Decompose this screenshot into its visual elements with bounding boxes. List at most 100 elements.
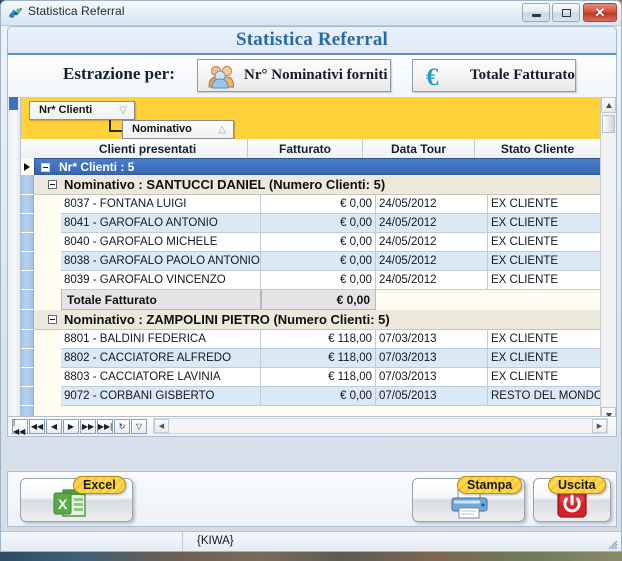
column-header-label: Stato Cliente: [500, 141, 575, 156]
client-area: Statistica Referral Estrazione per: Nr° …: [7, 26, 617, 486]
group-header-level2[interactable]: Nominativo : SANTUCCI DANIEL (Numero Cli…: [34, 175, 601, 195]
column-header-3[interactable]: Stato Cliente: [475, 139, 601, 158]
table-row[interactable]: 9072 - CORBANI GISBERTO € 0,00 07/05/2013 R…: [61, 387, 601, 406]
table-cell[interactable]: 8039 - GAROFALO VINCENZO: [61, 271, 261, 289]
table-cell[interactable]: 8802 - CACCIATORE ALFREDO: [61, 349, 261, 367]
extract-by-names-label: Nr° Nominativi forniti: [244, 67, 388, 83]
table-cell[interactable]: EX CLIENTE: [488, 330, 601, 348]
table-cell[interactable]: 07/03/2013: [376, 349, 488, 367]
extract-by-revenue-button[interactable]: € Totale Fatturato: [412, 59, 576, 92]
next-page-button[interactable]: ▶▶: [80, 419, 96, 434]
table-cell[interactable]: 07/03/2013: [376, 330, 488, 348]
exit-button[interactable]: Uscita: [533, 476, 611, 522]
table-cell[interactable]: 24/05/2012: [376, 271, 488, 289]
table-cell[interactable]: € 0,00: [261, 387, 376, 405]
row-gutter[interactable]: [21, 290, 34, 310]
row-gutter[interactable]: [21, 271, 34, 290]
row-gutter[interactable]: [21, 214, 34, 233]
group-by-panel[interactable]: Nr* Clienti ▽ Nominativo △: [21, 97, 601, 140]
row-gutter[interactable]: [21, 175, 34, 195]
resize-grip[interactable]: [606, 537, 618, 550]
table-cell[interactable]: EX CLIENTE: [488, 252, 601, 270]
table-cell[interactable]: 8037 - FONTANA LUIGI: [61, 195, 261, 213]
table-cell[interactable]: € 0,00: [261, 195, 376, 213]
table-cell[interactable]: EX CLIENTE: [488, 368, 601, 386]
table-cell[interactable]: € 0,00: [261, 252, 376, 270]
scrollbar-thumb[interactable]: [602, 115, 615, 133]
table-cell[interactable]: 24/05/2012: [376, 233, 488, 251]
table-row[interactable]: 8038 - GAROFALO PAOLO ANTONIO € 0,00 24/05…: [61, 252, 601, 271]
action-toolbar: X Excel Stampa Uscita: [7, 471, 617, 527]
row-gutter[interactable]: [21, 252, 34, 271]
excel-export-button[interactable]: X Excel: [20, 476, 133, 522]
table-cell[interactable]: EX CLIENTE: [488, 214, 601, 232]
row-gutter[interactable]: [21, 310, 34, 330]
table-cell[interactable]: € 118,00: [261, 349, 376, 367]
table-row[interactable]: 8041 - GAROFALO ANTONIO € 0,00 24/05/2012 E…: [61, 214, 601, 233]
table-cell[interactable]: 24/05/2012: [376, 252, 488, 270]
table-cell[interactable]: EX CLIENTE: [488, 233, 601, 251]
row-gutter[interactable]: [21, 195, 34, 214]
filter-button[interactable]: ▽: [131, 419, 147, 434]
group-by-chip-clienti[interactable]: Nr* Clienti ▽: [29, 101, 135, 120]
table-cell[interactable]: 8038 - GAROFALO PAOLO ANTONIO: [61, 252, 261, 270]
close-button[interactable]: ✕: [583, 3, 617, 22]
status-bar-left-cell: [1, 532, 183, 551]
row-gutter[interactable]: [21, 387, 34, 406]
row-gutter[interactable]: [21, 233, 34, 252]
group-header-level2[interactable]: Nominativo : ZAMPOLINI PIETRO (Numero Cl…: [34, 310, 601, 330]
grid-vertical-scrollbar[interactable]: [600, 97, 616, 423]
table-row[interactable]: 8037 - FONTANA LUIGI € 0,00 24/05/2012 EX C…: [61, 195, 601, 214]
table-cell[interactable]: 9072 - CORBANI GISBERTO: [61, 387, 261, 405]
table-cell[interactable]: € 118,00: [261, 368, 376, 386]
table-cell[interactable]: 8801 - BALDINI FEDERICA: [61, 330, 261, 348]
table-row[interactable]: 8801 - BALDINI FEDERICA € 118,00 07/03/201…: [61, 330, 601, 349]
table-row[interactable]: 8039 - GAROFALO VINCENZO € 0,00 24/05/2012…: [61, 271, 601, 290]
grid-horizontal-scrollbar[interactable]: ◀ ▶: [153, 418, 608, 434]
first-record-button[interactable]: |◀◀: [12, 418, 28, 436]
prev-record-button[interactable]: ◀: [46, 419, 62, 434]
minimize-button[interactable]: [522, 3, 550, 22]
table-cell[interactable]: 24/05/2012: [376, 195, 488, 213]
table-cell[interactable]: EX CLIENTE: [488, 271, 601, 289]
table-row[interactable]: 8803 - CACCIATORE LAVINIA € 118,00 07/03/2…: [61, 368, 601, 387]
extract-by-revenue-label: Totale Fatturato: [470, 67, 575, 83]
table-cell[interactable]: 07/03/2013: [376, 368, 488, 386]
next-record-button[interactable]: ▶: [63, 419, 79, 434]
maximize-button[interactable]: [552, 3, 580, 22]
table-cell[interactable]: € 118,00: [261, 330, 376, 348]
refresh-button[interactable]: ↻: [114, 419, 130, 434]
prev-page-button[interactable]: ◀◀: [29, 419, 45, 434]
table-row[interactable]: 8802 - CACCIATORE ALFREDO € 118,00 07/03/2…: [61, 349, 601, 368]
collapse-icon[interactable]: [48, 180, 57, 189]
row-gutter[interactable]: [21, 330, 34, 349]
table-cell[interactable]: EX CLIENTE: [488, 195, 601, 213]
table-cell[interactable]: EX CLIENTE: [488, 349, 601, 367]
hscroll-left-button[interactable]: ◀: [154, 419, 169, 433]
table-cell[interactable]: RESTO DEL MONDO: [488, 387, 601, 405]
table-cell[interactable]: 8040 - GAROFALO MICHELE: [61, 233, 261, 251]
hscroll-right-button[interactable]: ▶: [592, 419, 607, 433]
table-cell[interactable]: € 0,00: [261, 233, 376, 251]
next-record-icon: ▶: [67, 422, 75, 431]
row-gutter[interactable]: [21, 349, 34, 368]
print-button[interactable]: Stampa: [412, 476, 525, 522]
extract-by-names-button[interactable]: Nr° Nominativi forniti: [197, 59, 391, 92]
table-cell[interactable]: 8803 - CACCIATORE LAVINIA: [61, 368, 261, 386]
column-header-0[interactable]: Clienti presentati: [48, 139, 248, 158]
row-gutter[interactable]: [21, 368, 34, 387]
column-header-1[interactable]: Fatturato: [248, 139, 363, 158]
table-cell[interactable]: 07/05/2013: [376, 387, 488, 405]
table-cell[interactable]: 8041 - GAROFALO ANTONIO: [61, 214, 261, 232]
table-row[interactable]: 8040 - GAROFALO MICHELE € 0,00 24/05/2012 E…: [61, 233, 601, 252]
table-cell[interactable]: 24/05/2012: [376, 214, 488, 232]
group-by-chip-nominativo[interactable]: Nominativo △: [122, 120, 234, 139]
last-record-button[interactable]: ▶▶|: [97, 419, 113, 434]
group-header-level1[interactable]: Nr* Clienti : 5: [24, 158, 601, 175]
collapse-icon[interactable]: [41, 163, 50, 172]
collapse-icon[interactable]: [48, 315, 57, 324]
table-cell[interactable]: € 0,00: [261, 271, 376, 289]
scroll-up-button[interactable]: [601, 97, 616, 113]
column-header-2[interactable]: Data Tour: [363, 139, 475, 158]
table-cell[interactable]: € 0,00: [261, 214, 376, 232]
